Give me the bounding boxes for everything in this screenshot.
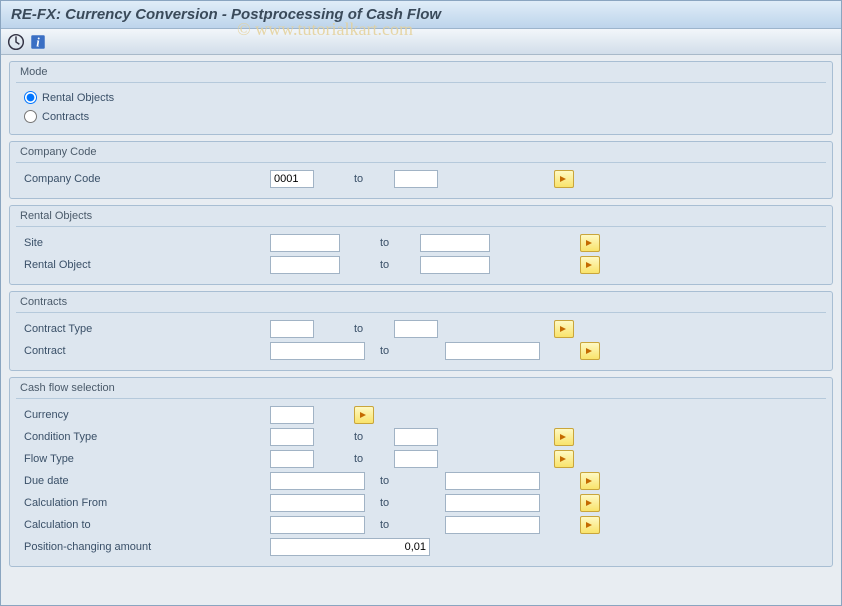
to-label-calc-from: to xyxy=(365,497,445,509)
group-contracts-title: Contracts xyxy=(16,296,826,313)
input-position-amount[interactable] xyxy=(270,538,430,556)
group-contracts: Contracts Contract Type to Contract to xyxy=(9,291,833,371)
group-company-code: Company Code Company Code to xyxy=(9,141,833,199)
label-rental-object: Rental Object xyxy=(20,259,270,271)
label-due-date: Due date xyxy=(20,475,270,487)
execute-icon[interactable] xyxy=(7,33,25,51)
input-flow-type-from[interactable] xyxy=(270,450,314,468)
label-currency: Currency xyxy=(20,409,270,421)
row-position-amount: Position-changing amount xyxy=(20,536,822,558)
window-title: RE-FX: Currency Conversion - Postprocess… xyxy=(1,1,841,29)
group-rental-objects: Rental Objects Site to Rental Object to xyxy=(9,205,833,285)
row-currency: Currency xyxy=(20,404,822,426)
label-condition-type: Condition Type xyxy=(20,431,270,443)
multi-select-condition-type[interactable] xyxy=(554,428,574,446)
input-flow-type-to[interactable] xyxy=(394,450,438,468)
radio-contracts[interactable] xyxy=(24,110,37,123)
multi-select-due-date[interactable] xyxy=(580,472,600,490)
label-site: Site xyxy=(20,237,270,249)
group-mode: Mode Rental Objects Contracts xyxy=(9,61,833,135)
row-contract-type: Contract Type to xyxy=(20,318,822,340)
to-label-contract: to xyxy=(365,345,445,357)
multi-select-calc-from[interactable] xyxy=(580,494,600,512)
multi-select-contract[interactable] xyxy=(580,342,600,360)
input-site-to[interactable] xyxy=(420,234,490,252)
to-label-due-date: to xyxy=(365,475,445,487)
sap-window: RE-FX: Currency Conversion - Postprocess… xyxy=(0,0,842,606)
input-company-code-from[interactable] xyxy=(270,170,314,188)
group-cash-flow-title: Cash flow selection xyxy=(16,382,826,399)
label-position-amount: Position-changing amount xyxy=(20,541,270,553)
input-contract-type-from[interactable] xyxy=(270,320,314,338)
input-contract-to[interactable] xyxy=(445,342,540,360)
to-label-condition-type: to xyxy=(314,431,394,443)
group-mode-title: Mode xyxy=(16,66,826,83)
multi-select-flow-type[interactable] xyxy=(554,450,574,468)
to-label-site: to xyxy=(340,237,420,249)
input-calc-from-from[interactable] xyxy=(270,494,365,512)
to-label-flow-type: to xyxy=(314,453,394,465)
input-company-code-to[interactable] xyxy=(394,170,438,188)
input-due-date-from[interactable] xyxy=(270,472,365,490)
label-contract-type: Contract Type xyxy=(20,323,270,335)
application-toolbar: i xyxy=(1,29,841,55)
multi-select-rental-object[interactable] xyxy=(580,256,600,274)
svg-text:i: i xyxy=(36,35,40,49)
info-icon[interactable]: i xyxy=(29,33,47,51)
radio-rental-objects-row: Rental Objects xyxy=(20,88,822,107)
label-calc-from: Calculation From xyxy=(20,497,270,509)
input-due-date-to[interactable] xyxy=(445,472,540,490)
row-contract: Contract to xyxy=(20,340,822,362)
input-site-from[interactable] xyxy=(270,234,340,252)
row-calc-from: Calculation From to xyxy=(20,492,822,514)
input-calc-from-to[interactable] xyxy=(445,494,540,512)
to-label-calc-to: to xyxy=(365,519,445,531)
label-calc-to: Calculation to xyxy=(20,519,270,531)
group-company-code-title: Company Code xyxy=(16,146,826,163)
radio-rental-objects[interactable] xyxy=(24,91,37,104)
radio-contracts-row: Contracts xyxy=(20,107,822,126)
label-company-code: Company Code xyxy=(20,173,270,185)
multi-select-contract-type[interactable] xyxy=(554,320,574,338)
content-area: Mode Rental Objects Contracts Company Co… xyxy=(1,55,841,581)
input-condition-type-from[interactable] xyxy=(270,428,314,446)
to-label-contract-type: to xyxy=(314,323,394,335)
row-company-code: Company Code to xyxy=(20,168,822,190)
input-condition-type-to[interactable] xyxy=(394,428,438,446)
input-calc-to-to[interactable] xyxy=(445,516,540,534)
input-contract-from[interactable] xyxy=(270,342,365,360)
to-label-company-code: to xyxy=(314,173,394,185)
radio-contracts-label[interactable]: Contracts xyxy=(42,111,89,123)
row-calc-to: Calculation to to xyxy=(20,514,822,536)
input-rental-object-from[interactable] xyxy=(270,256,340,274)
input-contract-type-to[interactable] xyxy=(394,320,438,338)
row-rental-object: Rental Object to xyxy=(20,254,822,276)
row-site: Site to xyxy=(20,232,822,254)
label-contract: Contract xyxy=(20,345,270,357)
multi-select-site[interactable] xyxy=(580,234,600,252)
input-rental-object-to[interactable] xyxy=(420,256,490,274)
input-currency[interactable] xyxy=(270,406,314,424)
row-flow-type: Flow Type to xyxy=(20,448,822,470)
row-condition-type: Condition Type to xyxy=(20,426,822,448)
multi-select-calc-to[interactable] xyxy=(580,516,600,534)
multi-select-currency[interactable] xyxy=(354,406,374,424)
group-rental-objects-title: Rental Objects xyxy=(16,210,826,227)
label-flow-type: Flow Type xyxy=(20,453,270,465)
row-due-date: Due date to xyxy=(20,470,822,492)
multi-select-company-code[interactable] xyxy=(554,170,574,188)
group-cash-flow: Cash flow selection Currency Condition T… xyxy=(9,377,833,567)
to-label-rental-object: to xyxy=(340,259,420,271)
radio-rental-objects-label[interactable]: Rental Objects xyxy=(42,92,114,104)
input-calc-to-from[interactable] xyxy=(270,516,365,534)
